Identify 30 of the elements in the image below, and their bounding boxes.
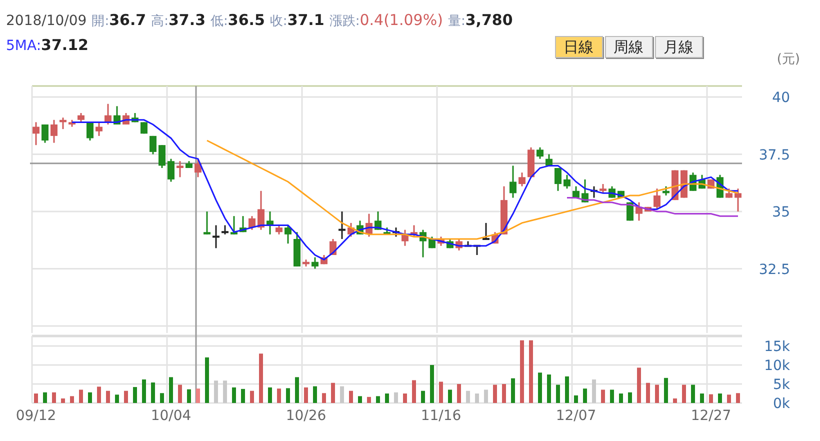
x-axis-label: 12/27 <box>690 408 732 424</box>
y-axis-label: 32.5 <box>758 262 790 278</box>
quote-label: 高: <box>151 13 168 31</box>
quote-value: 3,780 <box>465 10 513 31</box>
quote-label: 收: <box>270 13 288 31</box>
quote-value: 36.5 <box>228 10 265 31</box>
quote-label: 低: <box>210 13 228 31</box>
ma-value: 37.12 <box>41 35 88 56</box>
y-axis-label: 40 <box>772 90 790 106</box>
quote-label: 開: <box>92 13 110 31</box>
y-axis-label: 0k <box>772 396 790 412</box>
x-axis-label: 11/16 <box>420 408 462 424</box>
quote-value: 37.1 <box>287 10 324 31</box>
y-axis-label: 15k <box>764 339 790 355</box>
x-axis-label: 09/12 <box>16 408 56 424</box>
x-axis-label: 10/26 <box>286 408 326 424</box>
quote-date: 2018/10/09 <box>6 12 87 31</box>
y-axis-label: 35 <box>772 204 790 220</box>
quote-value: 37.3 <box>168 10 206 31</box>
x-axis-label: 10/04 <box>150 408 192 424</box>
y-axis-label: 5k <box>772 377 790 393</box>
unit-label: (元) <box>776 51 800 69</box>
quote-label: 漲跌: <box>329 13 360 31</box>
y-axis-label: 37.5 <box>758 147 790 164</box>
x-axis-label: 12/07 <box>556 408 596 424</box>
quote-label: 量: <box>448 13 466 31</box>
quote-value: 0.4(1.09%) <box>360 10 443 31</box>
quote-value: 36.7 <box>109 10 146 31</box>
y-axis-label: 10k <box>764 358 790 374</box>
ma-label: 5MA: <box>6 37 42 56</box>
